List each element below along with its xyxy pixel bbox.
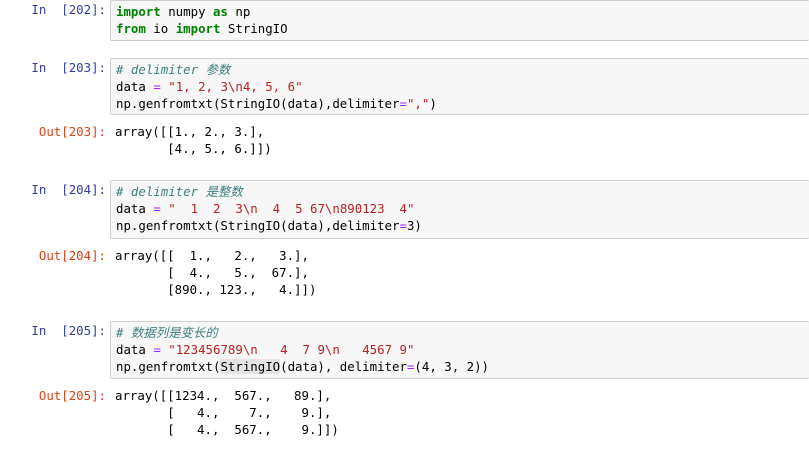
code-line: np.genfromtxt(StringIO(data),delimiter="… [116,95,809,112]
output-line: [ 4., 567., 9.]]) [115,422,339,437]
code-input-area[interactable]: # delimiter 参数 data = "1, 2, 3\n4, 5, 6" n… [110,58,809,115]
in-prompt: In [205]: [31,323,106,338]
code-input-area[interactable]: # delimiter 是整数 data = " 1 2 3\n 4 5 67\n… [110,180,809,239]
code-token: numpy [160,4,213,19]
output-line: array([[1234., 567., 89.], [115,388,332,403]
in-prompt: In [203]: [31,60,106,75]
code-token: as [212,4,228,19]
code-token: "," [406,96,430,111]
code-token: data [116,342,154,357]
code-token: data [116,79,154,94]
output-line: [ 4., 5., 67.], [115,265,309,280]
out-prompt: Out[204]: [38,248,106,263]
output-line: array([[1., 2., 3.], [115,124,265,139]
code-token: StringIO [220,21,288,36]
output-line: [890., 123., 4.]]) [115,282,317,297]
code-token: np [227,4,251,19]
code-token: "123456789\n 4 7 9\n 4567 9" [168,342,415,357]
code-token: np.genfromtxt(StringIO(data),delimiter [116,96,400,111]
code-token: 3) [406,218,422,233]
code-input-area[interactable]: # 数据列是变长的 data = "123456789\n 4 7 9\n 456… [110,321,809,379]
code-token: io [145,21,176,36]
code-line: np.genfromtxt(StringIO(data),delimiter=3… [116,217,809,234]
output-area: array([[1., 2., 3.], [4., 5., 6.]]) [115,123,809,157]
code-token: = [153,342,161,357]
code-token: "1, 2, 3\n4, 5, 6" [168,79,303,94]
code-token: from [116,21,146,36]
code-line: # delimiter 是整数 [116,183,809,200]
code-token: import [116,4,161,19]
code-line: data = "1, 2, 3\n4, 5, 6" [116,78,809,95]
code-line: np.genfromtxt(StringIO(data), delimiter=… [116,358,809,375]
code-token: = [153,201,161,216]
code-token: (data), delimiter [280,359,407,374]
code-token: = [399,96,407,111]
code-input-area[interactable]: import numpy as np from io import StringI… [110,0,809,41]
output-line: [ 4., 7., 9.], [115,405,332,420]
code-token: (4, 3, 2)) [414,359,490,374]
code-token: " 1 2 3\n 4 5 67\n890123 4" [168,201,415,216]
code-token: # delimiter 参数 [116,62,231,77]
output-line: array([[ 1., 2., 3.], [115,248,309,263]
code-line: data = " 1 2 3\n 4 5 67\n890123 4" [116,200,809,217]
code-token: StringIO [220,359,281,374]
in-prompt: In [202]: [31,2,106,17]
code-line: # 数据列是变长的 [116,324,809,341]
code-line: import numpy as np [116,3,809,20]
code-token: np.genfromtxt(StringIO(data),delimiter [116,218,400,233]
output-line: [4., 5., 6.]]) [115,141,272,156]
code-token: # 数据列是变长的 [116,325,218,340]
code-token: = [153,79,161,94]
output-area: array([[ 1., 2., 3.], [ 4., 5., 67.], [8… [115,247,809,298]
code-token: data [116,201,154,216]
code-token: np.genfromtxt( [116,359,221,374]
code-token: ) [429,96,437,111]
out-prompt: Out[205]: [38,388,106,403]
output-area: array([[1234., 567., 89.], [ 4., 7., 9.]… [115,387,809,438]
code-line: # delimiter 参数 [116,61,809,78]
in-prompt: In [204]: [31,182,106,197]
code-token: # delimiter 是整数 [116,184,243,199]
code-token: import [175,21,221,36]
out-prompt: Out[203]: [38,124,106,139]
code-line: data = "123456789\n 4 7 9\n 4567 9" [116,341,809,358]
code-token: = [399,218,407,233]
code-line: from io import StringIO [116,20,809,37]
